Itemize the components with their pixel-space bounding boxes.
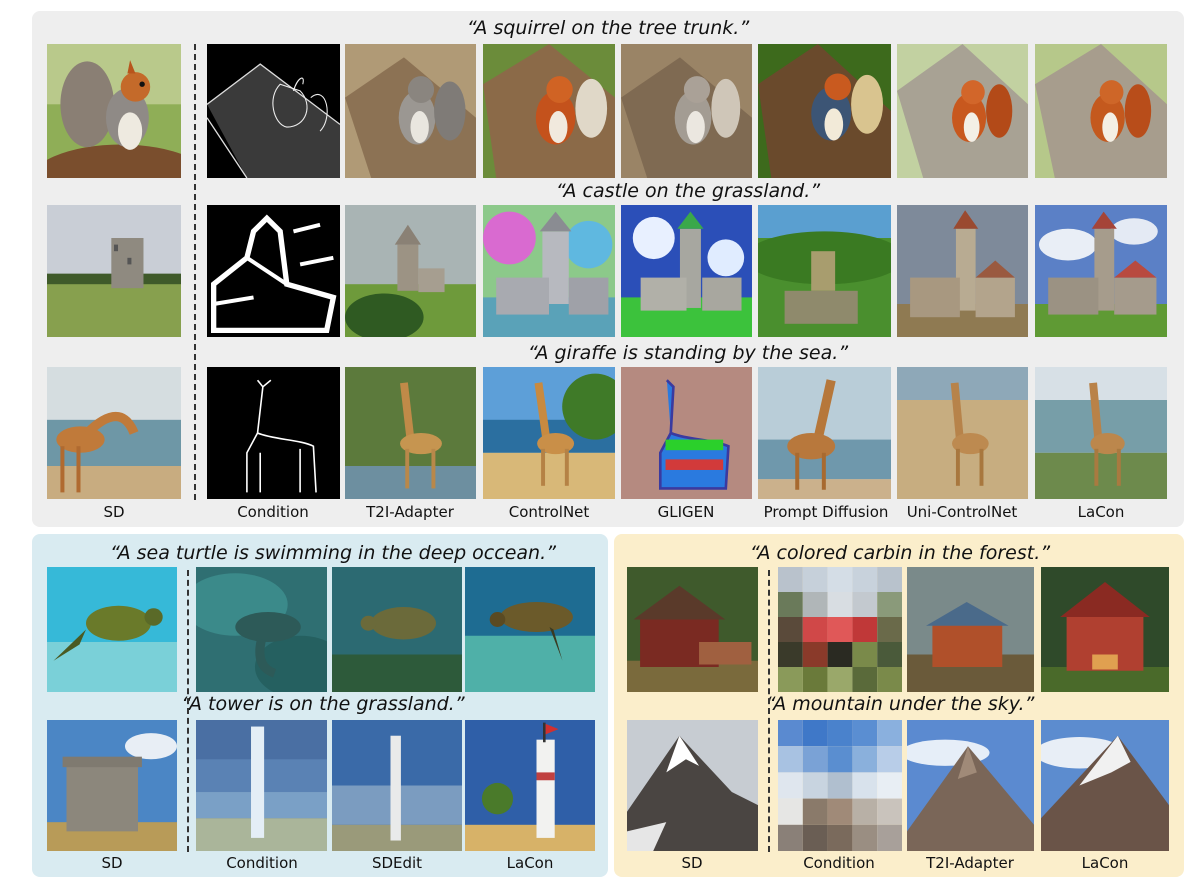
image-turtle-lacon <box>465 567 595 692</box>
image-turtle-condition <box>196 567 327 692</box>
image-cabin-t2i-adapter <box>907 567 1034 692</box>
br-column-label-lacon: LaCon <box>1081 854 1129 872</box>
image-giraffe-t2i-adapter <box>345 367 476 499</box>
caption-tower: “A tower is on the grassland.” <box>181 693 465 715</box>
column-label-prompt-diffusion: Prompt Diffusion <box>763 503 889 521</box>
image-castle-gligen <box>621 205 752 337</box>
divider-dashed-bottom-left <box>187 570 189 852</box>
bl-column-label-lacon: LaCon <box>506 854 554 872</box>
bl-column-label-condition: Condition <box>226 854 298 872</box>
column-label-lacon: LaCon <box>1077 503 1125 521</box>
image-cabin-sd <box>627 567 758 692</box>
image-mountain-t2i-adapter <box>907 720 1034 851</box>
image-castle-controlnet <box>483 205 615 337</box>
image-giraffe-lacon <box>1035 367 1167 499</box>
image-squirrel-controlnet <box>483 44 615 178</box>
image-squirrel-sd <box>47 44 181 178</box>
column-label-controlnet: ControlNet <box>508 503 590 521</box>
divider-dashed-bottom-right <box>768 570 770 852</box>
caption-squirrel: “A squirrel on the tree trunk.” <box>466 17 750 39</box>
column-label-condition: Condition <box>237 503 309 521</box>
image-castle-uni-controlnet <box>897 205 1028 337</box>
image-turtle-sd <box>47 567 177 692</box>
image-squirrel-t2i-adapter <box>345 44 476 178</box>
column-label-t2i-adapter: T2I-Adapter <box>366 503 454 521</box>
image-mountain-lacon <box>1041 720 1169 851</box>
br-column-label-condition: Condition <box>803 854 875 872</box>
image-tower-sdedit <box>332 720 462 851</box>
image-turtle-sdedit <box>332 567 462 692</box>
divider-dashed-top <box>194 44 196 500</box>
br-column-label-t2i-adapter: T2I-Adapter <box>926 854 1014 872</box>
image-cabin-condition <box>778 567 902 692</box>
image-castle-condition <box>207 205 340 337</box>
column-label-gligen: GLIGEN <box>657 503 715 521</box>
image-tower-condition <box>196 720 327 851</box>
image-castle-lacon <box>1035 205 1167 337</box>
image-squirrel-lacon <box>1035 44 1167 178</box>
column-label-sd: SD <box>103 503 125 521</box>
image-squirrel-gligen <box>621 44 752 178</box>
image-castle-t2i-adapter <box>345 205 476 337</box>
caption-sea-turtle: “A sea turtle is swimming in the deep oc… <box>110 542 556 564</box>
image-squirrel-uni-controlnet <box>897 44 1028 178</box>
image-giraffe-sd <box>47 367 181 499</box>
image-mountain-condition <box>778 720 902 851</box>
image-squirrel-prompt-diffusion <box>758 44 891 178</box>
bl-column-label-sdedit: SDEdit <box>371 854 423 872</box>
image-giraffe-condition <box>207 367 340 499</box>
caption-giraffe: “A giraffe is standing by the sea.” <box>527 342 849 364</box>
image-castle-prompt-diffusion <box>758 205 891 337</box>
image-cabin-lacon <box>1041 567 1169 692</box>
column-label-uni-controlnet: Uni-ControlNet <box>906 503 1018 521</box>
image-giraffe-controlnet <box>483 367 615 499</box>
image-giraffe-gligen <box>621 367 752 499</box>
caption-cabin: “A colored carbin in the forest.” <box>749 542 1051 564</box>
image-giraffe-prompt-diffusion <box>758 367 891 499</box>
image-giraffe-uni-controlnet <box>897 367 1028 499</box>
image-tower-sd <box>47 720 177 851</box>
caption-castle: “A castle on the grassland.” <box>555 180 821 202</box>
image-castle-sd <box>47 205 181 337</box>
image-mountain-sd <box>627 720 758 851</box>
image-squirrel-condition <box>207 44 340 178</box>
bl-column-label-sd: SD <box>101 854 123 872</box>
image-tower-lacon <box>465 720 595 851</box>
br-column-label-sd: SD <box>681 854 703 872</box>
caption-mountain: “A mountain under the sky.” <box>765 693 1035 715</box>
